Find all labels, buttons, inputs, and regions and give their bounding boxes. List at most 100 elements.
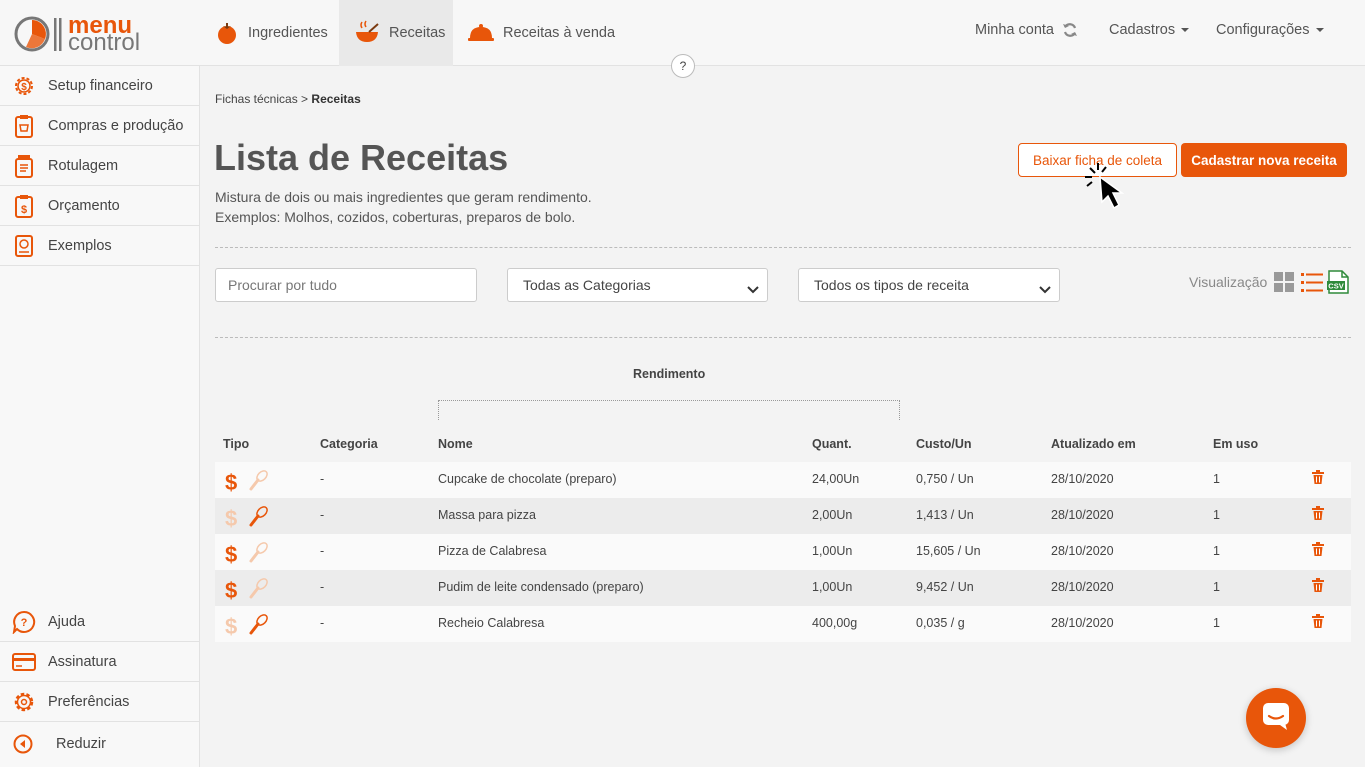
cell-nome[interactable]: Pudim de leite condensado (preparo) — [438, 580, 644, 594]
chevron-down-icon — [1039, 281, 1051, 297]
tab-ingredientes[interactable]: Ingredientes — [200, 0, 343, 66]
sidebar-item-label: Orçamento — [48, 197, 120, 214]
cell-nome[interactable]: Massa para pizza — [438, 508, 536, 522]
sidebar-item-orcamento[interactable]: $ Orçamento — [0, 186, 199, 226]
sidebar-item-rotulagem[interactable]: Rotulagem — [0, 146, 199, 186]
help-question-button[interactable]: ? — [671, 54, 695, 78]
col-header-custo[interactable]: Custo/Un — [916, 437, 972, 451]
svg-text:$: $ — [21, 204, 27, 216]
list-view-icon[interactable] — [1301, 272, 1323, 298]
trash-icon[interactable] — [1312, 470, 1324, 489]
bowl-icon — [354, 20, 380, 46]
chat-widget-button[interactable] — [1246, 688, 1306, 748]
sidebar-item-exemplos[interactable]: Exemplos — [0, 226, 199, 266]
col-header-tipo[interactable]: Tipo — [223, 437, 249, 451]
sidebar-item-label: Assinatura — [48, 653, 117, 670]
sidebar-item-ajuda[interactable]: ? Ajuda — [0, 602, 199, 642]
cell-custo: 15,605 / Un — [916, 544, 981, 558]
whisk-prep-icon[interactable] — [247, 613, 269, 640]
chat-bubble-icon — [1261, 701, 1291, 736]
cell-atualizado: 28/10/2020 — [1051, 580, 1114, 594]
trash-icon[interactable] — [1312, 578, 1324, 597]
dollar-sale-icon[interactable]: $ — [225, 471, 247, 494]
cell-categoria: - — [320, 580, 325, 594]
recipe-type-select-value: Todos os tipos de receita — [814, 277, 969, 293]
recipe-type-cell: $ — [225, 541, 269, 568]
category-select-value: Todas as Categorias — [523, 277, 651, 293]
new-recipe-button[interactable]: Cadastrar nova receita — [1181, 143, 1347, 177]
cell-nome[interactable]: Pizza de Calabresa — [438, 544, 546, 558]
cell-nome[interactable]: Recheio Calabresa — [438, 616, 544, 630]
search-input[interactable] — [215, 268, 477, 302]
dollar-sale-icon[interactable]: $ — [225, 507, 247, 530]
sidebar-item-compras-producao[interactable]: Compras e produção — [0, 106, 199, 146]
whisk-prep-icon[interactable] — [247, 505, 269, 532]
dollar-sale-icon[interactable]: $ — [225, 615, 247, 638]
col-header-atualizado[interactable]: Atualizado em — [1051, 437, 1136, 451]
divider — [215, 337, 1351, 338]
cell-categoria: - — [320, 508, 325, 522]
cell-quant: 1,00Un — [812, 544, 853, 558]
sidebar-item-assinatura[interactable]: Assinatura — [0, 642, 199, 682]
sidebar-collapse-button[interactable]: Reduzir — [0, 722, 199, 766]
sidebar-item-preferencias[interactable]: Preferências — [0, 682, 199, 722]
yield-group-bracket — [438, 400, 900, 420]
cell-custo: 0,750 / Un — [916, 472, 974, 486]
cell-em-uso: 1 — [1213, 544, 1220, 558]
trash-icon[interactable] — [1312, 542, 1324, 561]
page-title: Lista de Receitas — [214, 137, 509, 178]
col-header-nome[interactable]: Nome — [438, 437, 473, 451]
cell-quant: 2,00Un — [812, 508, 853, 522]
cell-atualizado: 28/10/2020 — [1051, 544, 1114, 558]
cell-categoria: - — [320, 616, 325, 630]
sync-icon — [1062, 22, 1078, 38]
trash-icon[interactable] — [1312, 506, 1324, 525]
col-header-quant[interactable]: Quant. — [812, 437, 852, 451]
tab-receitas-a-venda[interactable]: Receitas à venda — [453, 0, 630, 66]
cell-quant: 400,00g — [812, 616, 858, 630]
dollar-sale-icon[interactable]: $ — [225, 579, 247, 602]
recipe-type-select[interactable]: Todos os tipos de receita — [798, 268, 1060, 302]
cell-atualizado: 28/10/2020 — [1051, 472, 1114, 486]
category-select[interactable]: Todas as Categorias — [507, 268, 768, 302]
divider — [215, 247, 1351, 248]
table-row[interactable]: $ - Pudim de leite condensado (preparo) … — [215, 570, 1351, 606]
menucontrol-logo[interactable]: menu control — [14, 14, 154, 55]
csv-icon-text: CSV — [1328, 282, 1343, 291]
configuracoes-dropdown[interactable]: Configurações — [1216, 0, 1324, 60]
table-row[interactable]: $ - Pizza de Calabresa 1,00Un 15,605 / U… — [215, 534, 1351, 570]
breadcrumb: Fichas técnicas > Receitas — [215, 92, 361, 106]
whisk-prep-icon[interactable] — [247, 469, 269, 496]
breadcrumb-parent[interactable]: Fichas técnicas — [215, 92, 298, 106]
yield-group-header: Rendimento — [633, 367, 706, 381]
tab-receitas[interactable]: Receitas — [339, 0, 453, 66]
whisk-prep-icon[interactable] — [247, 541, 269, 568]
table-row[interactable]: $ - Massa para pizza 2,00Un 1,413 / Un 2… — [215, 498, 1351, 534]
clipboard-dollar-icon: $ — [0, 194, 48, 218]
minha-conta-menu[interactable]: Minha conta — [975, 0, 1078, 60]
whisk-prep-icon[interactable] — [247, 577, 269, 604]
view-mode-label: Visualização — [1189, 274, 1268, 290]
description-line-2: Exemplos: Molhos, cozidos, coberturas, p… — [215, 209, 576, 225]
mouse-pointer-click-icon — [1084, 162, 1134, 219]
cell-categoria: - — [320, 472, 325, 486]
col-header-categoria[interactable]: Categoria — [320, 437, 378, 451]
trash-icon[interactable] — [1312, 614, 1324, 633]
csv-export-icon[interactable]: CSV — [1327, 270, 1349, 299]
chevron-down-icon — [747, 281, 759, 297]
gear-icon — [0, 690, 48, 714]
grid-view-icon[interactable] — [1274, 272, 1295, 298]
sidebar-item-setup-financeiro[interactable]: $ Setup financeiro — [0, 66, 199, 106]
table-row[interactable]: $ - Cupcake de chocolate (preparo) 24,00… — [215, 462, 1351, 498]
credit-card-icon — [0, 652, 48, 671]
col-header-em-uso[interactable]: Em uso — [1213, 437, 1258, 451]
cell-nome[interactable]: Cupcake de chocolate (preparo) — [438, 472, 617, 486]
sidebar-item-label: Compras e produção — [48, 117, 184, 134]
table-row[interactable]: $ - Recheio Calabresa 400,00g 0,035 / g … — [215, 606, 1351, 642]
dollar-sale-icon[interactable]: $ — [225, 543, 247, 566]
tomato-icon — [215, 21, 239, 45]
cadastros-dropdown[interactable]: Cadastros — [1109, 0, 1190, 60]
caret-down-icon — [1181, 28, 1190, 32]
tab-receitas-label: Receitas — [389, 25, 446, 41]
cell-custo: 9,452 / Un — [916, 580, 974, 594]
